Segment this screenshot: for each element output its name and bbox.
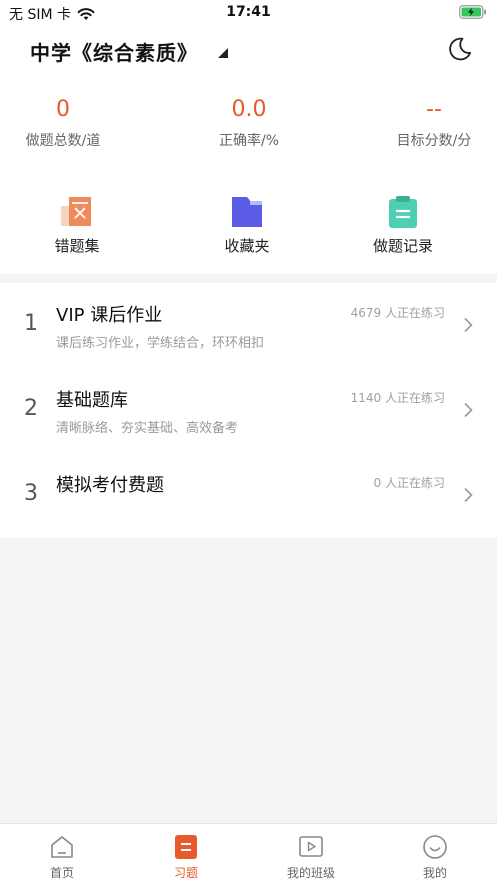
tab-my-class[interactable]: 我的班级 xyxy=(271,834,351,881)
list-item[interactable]: 1 VIP 课后作业 课后练习作业，学练结合，环环相扣 4679 人正在练习 xyxy=(0,283,497,368)
exercise-icon xyxy=(175,835,197,859)
tab-profile[interactable]: 我的 xyxy=(395,834,475,881)
list-item-number: 1 xyxy=(24,311,38,336)
header: 中学《综合素质》 xyxy=(0,30,497,74)
list-item-practice-count: 1140 人正在练习 xyxy=(350,391,445,405)
stat-value: 0.0 xyxy=(231,97,267,122)
list-item-subtitle: 清晰脉络、夯实基础、高效备考 xyxy=(56,421,239,436)
home-icon xyxy=(51,836,73,858)
list-item-number: 2 xyxy=(24,396,38,421)
chevron-right-icon xyxy=(464,487,473,503)
class-video-icon xyxy=(299,836,323,857)
battery-charging-icon xyxy=(459,5,486,19)
tab-label: 我的班级 xyxy=(286,866,335,880)
list-item-practice-count: 0 人正在练习 xyxy=(373,476,445,490)
list-item-practice-count: 4679 人正在练习 xyxy=(350,306,445,320)
profile-icon xyxy=(423,835,447,859)
wrong-questions-icon xyxy=(61,197,91,226)
list-item[interactable]: 3 模拟考付费题 0 人正在练习 xyxy=(0,453,497,538)
stat-target-score[interactable]: -- 目标分数/分 xyxy=(388,96,480,150)
list-item[interactable]: 2 基础题库 清晰脉络、夯实基础、高效备考 1140 人正在练习 xyxy=(0,368,497,453)
list-item-title: 基础题库 xyxy=(56,390,128,411)
tab-label: 首页 xyxy=(49,866,74,880)
list-item-subtitle: 课后练习作业，学练结合，环环相扣 xyxy=(56,336,265,351)
list-item-title: VIP 课后作业 xyxy=(56,305,163,326)
stat-label: 目标分数/分 xyxy=(396,133,472,149)
list-item-title: 模拟考付费题 xyxy=(56,475,164,496)
tab-label: 我的 xyxy=(422,866,447,880)
folder-icon xyxy=(232,197,262,227)
stat-total-questions: 0 做题总数/道 xyxy=(18,96,108,150)
tab-exercises[interactable]: 习题 xyxy=(146,834,226,881)
tab-home[interactable]: 首页 xyxy=(22,834,102,881)
quick-link-label: 做题记录 xyxy=(372,237,433,255)
tab-label: 习题 xyxy=(173,866,198,880)
chevron-right-icon xyxy=(464,402,473,418)
quick-link-label: 收藏夹 xyxy=(224,237,270,255)
night-mode-moon-icon[interactable] xyxy=(447,36,473,62)
stat-label: 做题总数/道 xyxy=(25,133,101,149)
bottom-tab-bar: 首页 习题 我的班级 我的 xyxy=(0,823,497,884)
quick-link-favorites[interactable]: 收藏夹 xyxy=(197,195,297,256)
stat-accuracy: 0.0 正确率/% xyxy=(204,96,294,150)
status-bar: 无 SIM 卡 17:41 xyxy=(0,0,497,26)
chevron-right-icon xyxy=(464,317,473,333)
question-bank-list: 1 VIP 课后作业 课后练习作业，学练结合，环环相扣 4679 人正在练习 2… xyxy=(0,283,497,538)
stat-label: 正确率/% xyxy=(218,133,280,149)
quick-link-label: 错题集 xyxy=(54,237,100,255)
quick-link-wrong-questions[interactable]: 错题集 xyxy=(27,195,127,256)
dropdown-caret-icon[interactable] xyxy=(218,48,228,58)
list-item-number: 3 xyxy=(24,481,38,506)
stat-value: 0 xyxy=(56,97,70,122)
subject-selector[interactable]: 中学《综合素质》 xyxy=(30,37,198,66)
clipboard-icon xyxy=(389,196,417,228)
status-time: 17:41 xyxy=(226,4,271,20)
quick-link-history[interactable]: 做题记录 xyxy=(353,195,453,256)
stat-value: -- xyxy=(426,97,442,122)
